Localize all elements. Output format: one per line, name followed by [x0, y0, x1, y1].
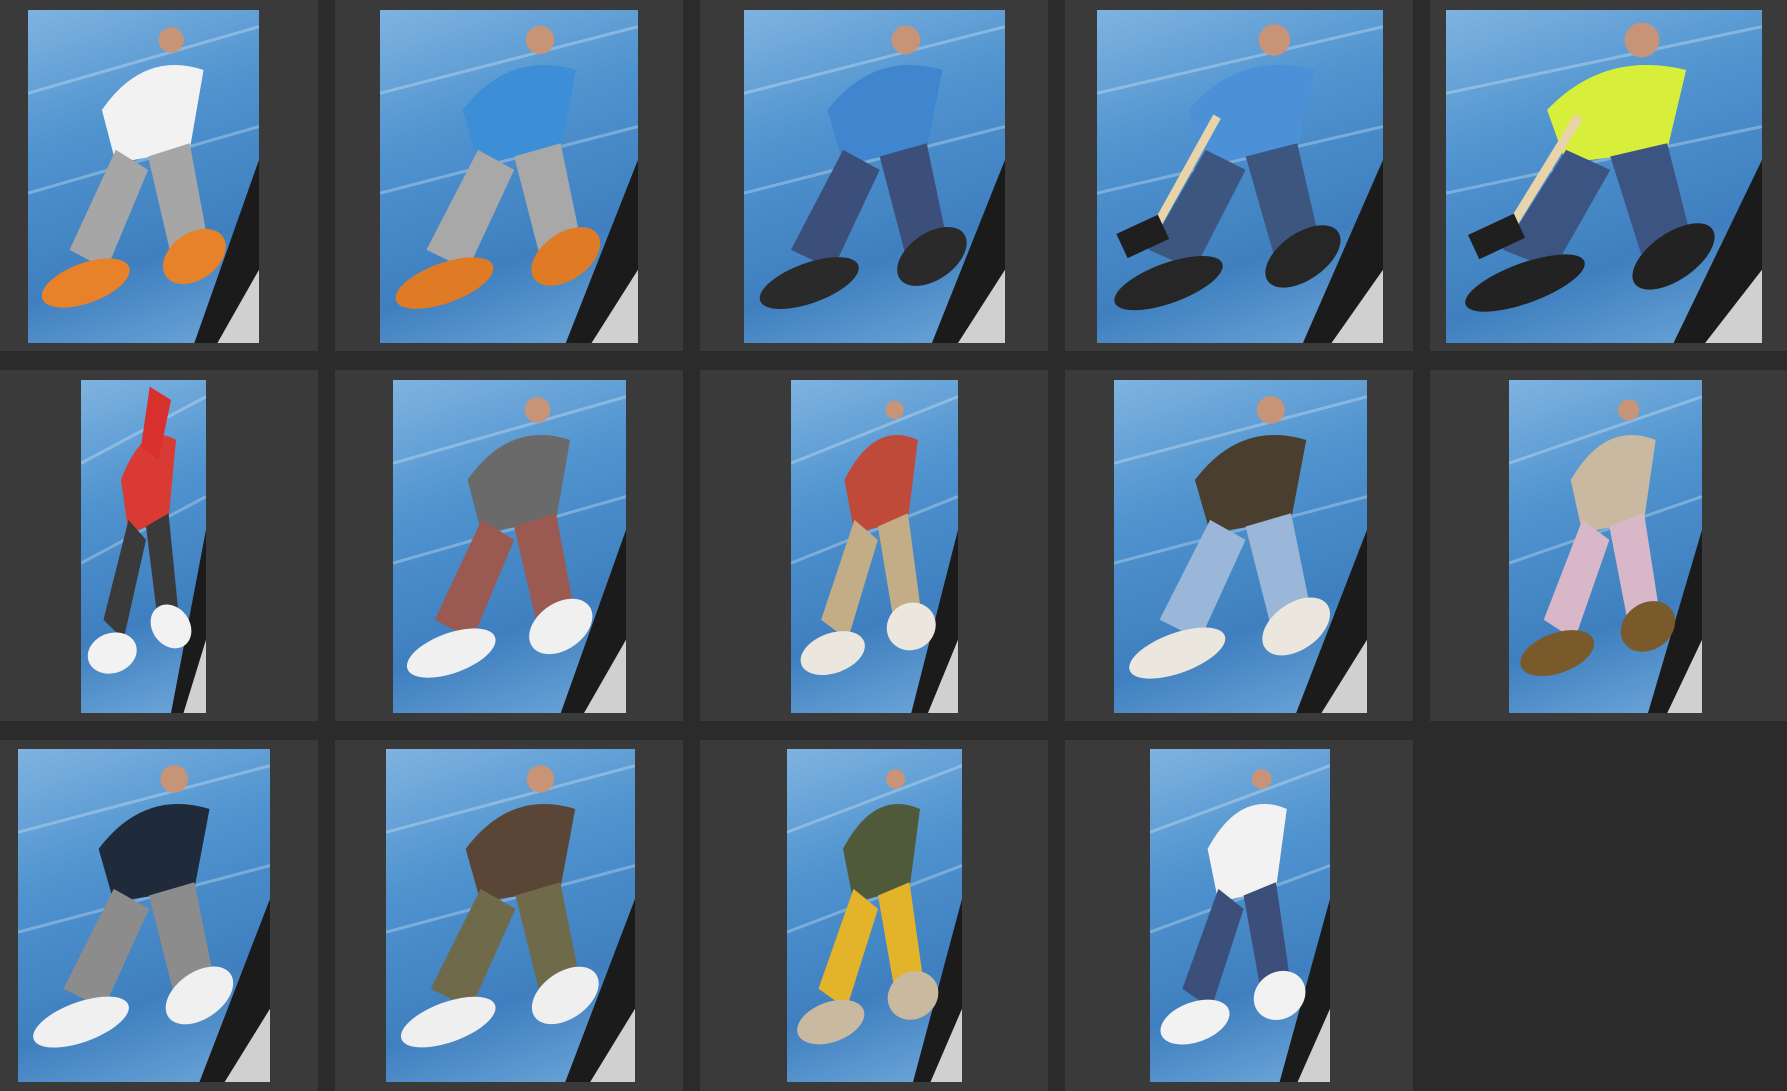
- person-head: [160, 765, 189, 793]
- person-head: [524, 397, 551, 423]
- grid-cell[interactable]: [0, 370, 318, 721]
- thumbnail-photo-3[interactable]: [744, 10, 1005, 343]
- person-head: [891, 25, 921, 55]
- thumbnail-art: [1150, 764, 1330, 1082]
- person-shoe-left: [800, 631, 865, 676]
- grid-cell[interactable]: [1065, 370, 1413, 721]
- thumbnail-art: [81, 386, 206, 713]
- person-leg-left: [790, 149, 880, 270]
- person-head: [525, 25, 555, 55]
- person-head: [885, 769, 906, 789]
- person-leg-left: [1543, 519, 1610, 640]
- person-leg-left: [1182, 888, 1244, 1009]
- thumbnail-photo-14[interactable]: [1150, 749, 1330, 1082]
- thumbnail-art: [18, 764, 270, 1082]
- person-head: [1251, 769, 1272, 789]
- grid-cell[interactable]: [0, 740, 318, 1091]
- person-shoe-left: [797, 999, 865, 1045]
- person-leg-left: [426, 149, 515, 270]
- thumbnail-photo-4[interactable]: [1097, 10, 1383, 343]
- grid-cell[interactable]: [1065, 0, 1413, 351]
- thumbnail-photo-7[interactable]: [393, 380, 626, 713]
- thumbnail-photo-2[interactable]: [380, 10, 638, 343]
- grid-cell[interactable]: [0, 0, 318, 351]
- grid-cell[interactable]: [335, 740, 683, 1091]
- thumbnail-art: [744, 25, 1005, 343]
- grid-cell[interactable]: [700, 370, 1048, 721]
- person-leg-left: [63, 888, 150, 1009]
- thumbnail-art: [28, 25, 259, 343]
- thumbnail-photo-13[interactable]: [787, 749, 962, 1082]
- thumbnail-art: [1097, 24, 1383, 343]
- person-leg-left: [430, 888, 516, 1009]
- thumbnail-art: [393, 395, 626, 713]
- person-shoe-left: [1520, 630, 1595, 677]
- thumbnail-art: [1114, 395, 1367, 713]
- thumbnail-art: [1446, 22, 1762, 343]
- person-leg-left: [434, 519, 515, 640]
- grid-cell[interactable]: [1065, 740, 1413, 1091]
- person-leg-left: [1159, 519, 1246, 640]
- thumbnail-photo-9[interactable]: [1114, 380, 1367, 713]
- thumbnail-photo-1[interactable]: [28, 10, 259, 343]
- person-head: [1256, 396, 1285, 424]
- grid-cell[interactable]: [1430, 370, 1787, 721]
- person-head: [526, 765, 555, 793]
- thumbnail-art: [787, 764, 962, 1082]
- person-head: [1624, 22, 1660, 58]
- person-head: [885, 400, 904, 420]
- thumbnail-art: [386, 764, 635, 1082]
- thumbnail-photo-8[interactable]: [791, 380, 958, 713]
- thumbnail-photo-12[interactable]: [386, 749, 635, 1082]
- person-shoe-left: [406, 628, 496, 678]
- person-shoe-left: [1160, 999, 1230, 1045]
- thumbnail-grid: [0, 0, 1787, 1091]
- person-leg-left: [103, 519, 146, 640]
- thumbnail-photo-11[interactable]: [18, 749, 270, 1082]
- thumbnail-art: [380, 25, 638, 343]
- grid-cell[interactable]: [335, 0, 683, 351]
- grid-cell[interactable]: [1430, 0, 1787, 351]
- person-leg-left: [69, 149, 149, 270]
- thumbnail-art: [1509, 395, 1702, 713]
- thumbnail-photo-6[interactable]: [81, 380, 206, 713]
- person-head: [158, 27, 184, 53]
- thumbnail-photo-5[interactable]: [1446, 10, 1762, 343]
- person-shoe-left: [87, 632, 137, 674]
- grid-cell[interactable]: [335, 370, 683, 721]
- thumbnail-photo-10[interactable]: [1509, 380, 1702, 713]
- grid-cell[interactable]: [700, 0, 1048, 351]
- person-shoe-left: [41, 258, 130, 308]
- thumbnail-art: [791, 395, 958, 713]
- person-head: [1258, 24, 1291, 56]
- grid-cell[interactable]: [700, 740, 1048, 1091]
- person-leg-left: [821, 519, 878, 640]
- person-head: [1618, 399, 1640, 421]
- person-leg-left: [818, 888, 878, 1009]
